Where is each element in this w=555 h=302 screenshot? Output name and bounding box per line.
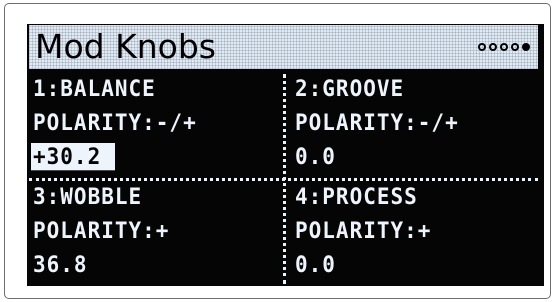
display-screen: Mod Knobs 1:BALANCE POLARITY:-/+ +30.2 2… <box>27 24 544 286</box>
knob-name: 2:GROOVE <box>295 76 405 102</box>
knob-value[interactable]: 36.8 <box>33 251 88 278</box>
page-dot-1 <box>478 43 486 51</box>
page-dot-4 <box>511 43 519 51</box>
page-indicator <box>478 25 530 69</box>
knob-name: 3:WOBBLE <box>33 184 143 210</box>
page-dot-2 <box>489 43 497 51</box>
knob-cell-balance[interactable]: 1:BALANCE POLARITY:-/+ +30.2 <box>27 71 279 175</box>
page-title: Mod Knobs <box>35 27 216 66</box>
knob-value[interactable]: 0.0 <box>295 143 336 170</box>
knob-name: 4:PROCESS <box>295 184 418 210</box>
knob-cell-process[interactable]: 4:PROCESS POLARITY:+ 0.0 <box>289 179 541 283</box>
knob-value[interactable]: +30.2 <box>31 143 116 171</box>
screen-header: Mod Knobs <box>29 25 538 69</box>
page-dot-3 <box>500 43 508 51</box>
knob-polarity[interactable]: POLARITY:+ <box>295 217 431 244</box>
knob-cell-groove[interactable]: 2:GROOVE POLARITY:-/+ 0.0 <box>289 71 541 175</box>
knob-cell-wobble[interactable]: 3:WOBBLE POLARITY:+ 36.8 <box>27 179 279 283</box>
knob-value[interactable]: 0.0 <box>295 251 336 278</box>
knob-name: 1:BALANCE <box>33 76 156 102</box>
device-frame: Mod Knobs 1:BALANCE POLARITY:-/+ +30.2 2… <box>4 3 551 299</box>
knob-polarity[interactable]: POLARITY:-/+ <box>295 109 459 136</box>
page-dot-5 <box>522 43 530 51</box>
knob-polarity[interactable]: POLARITY:+ <box>33 217 169 244</box>
vertical-divider <box>283 74 286 284</box>
knob-polarity[interactable]: POLARITY:-/+ <box>33 109 197 136</box>
